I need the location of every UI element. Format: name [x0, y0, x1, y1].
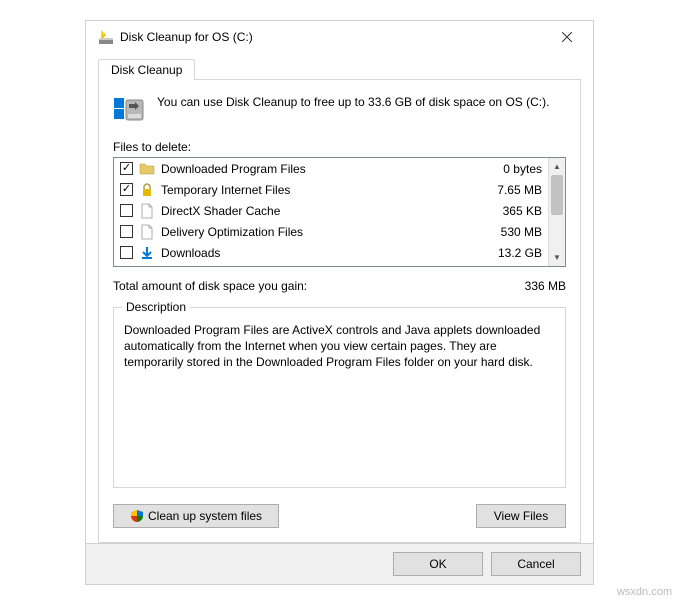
panel-buttons: Clean up system files View Files [113, 504, 566, 528]
cleanup-icon [113, 94, 145, 126]
window-title: Disk Cleanup for OS (C:) [120, 30, 544, 44]
view-files-label: View Files [494, 509, 548, 523]
list-item-size: 0 bytes [503, 162, 542, 176]
list-item[interactable]: Temporary Internet Files 7.65 MB [114, 179, 548, 200]
file-icon [139, 203, 155, 219]
files-listbox[interactable]: Downloaded Program Files 0 bytes Temporary… [113, 157, 566, 267]
checkbox[interactable] [120, 204, 133, 217]
tab-strip: Disk Cleanup [98, 59, 581, 79]
content-area: Disk Cleanup You can use Disk Cleanup to… [86, 53, 593, 543]
list-item[interactable]: Delivery Optimization Files 530 MB [114, 221, 548, 242]
clean-system-files-button[interactable]: Clean up system files [113, 504, 279, 528]
description-groupbox: Description Downloaded Program Files are… [113, 307, 566, 488]
titlebar: Disk Cleanup for OS (C:) [86, 21, 593, 53]
files-to-delete-label: Files to delete: [113, 140, 566, 154]
cancel-label: Cancel [517, 557, 554, 571]
description-title: Description [122, 300, 190, 314]
list-item-label: DirectX Shader Cache [161, 204, 497, 218]
list-item-label: Downloaded Program Files [161, 162, 497, 176]
ok-button[interactable]: OK [393, 552, 483, 576]
total-value: 336 MB [525, 279, 566, 293]
list-item-size: 530 MB [501, 225, 542, 239]
scrollbar[interactable]: ▲ ▼ [548, 158, 565, 266]
view-files-button[interactable]: View Files [476, 504, 566, 528]
folder-icon [139, 161, 155, 177]
checkbox[interactable] [120, 225, 133, 238]
ok-label: OK [429, 557, 446, 571]
download-icon [139, 245, 155, 261]
checkbox[interactable] [120, 162, 133, 175]
scroll-thumb[interactable] [551, 175, 563, 215]
list-item[interactable]: Downloads 13.2 GB [114, 242, 548, 263]
disk-cleanup-dialog: Disk Cleanup for OS (C:) Disk Cleanup [85, 20, 594, 585]
dialog-footer: OK Cancel [86, 543, 593, 584]
close-button[interactable] [544, 23, 589, 51]
shield-icon [130, 509, 144, 523]
checkbox[interactable] [120, 183, 133, 196]
list-item[interactable]: DirectX Shader Cache 365 KB [114, 200, 548, 221]
list-item-label: Downloads [161, 246, 492, 260]
lock-icon [139, 182, 155, 198]
list-item-size: 7.65 MB [497, 183, 542, 197]
list-item-size: 13.2 GB [498, 246, 542, 260]
cancel-button[interactable]: Cancel [491, 552, 581, 576]
list-item-label: Temporary Internet Files [161, 183, 491, 197]
scroll-track[interactable] [549, 175, 565, 249]
info-text: You can use Disk Cleanup to free up to 3… [157, 94, 549, 126]
checkbox[interactable] [120, 246, 133, 259]
total-label: Total amount of disk space you gain: [113, 279, 307, 293]
scroll-up-button[interactable]: ▲ [549, 158, 565, 175]
tab-disk-cleanup[interactable]: Disk Cleanup [98, 59, 195, 80]
file-icon [139, 224, 155, 240]
info-row: You can use Disk Cleanup to free up to 3… [113, 94, 566, 126]
list-item[interactable]: Downloaded Program Files 0 bytes [114, 158, 548, 179]
watermark: wsxdn.com [617, 586, 672, 598]
clean-system-files-label: Clean up system files [148, 509, 262, 523]
scroll-down-button[interactable]: ▼ [549, 249, 565, 266]
list-item-size: 365 KB [503, 204, 542, 218]
tab-panel: You can use Disk Cleanup to free up to 3… [98, 79, 581, 543]
description-text: Downloaded Program Files are ActiveX con… [124, 322, 555, 371]
app-icon [98, 29, 114, 45]
list-item-label: Delivery Optimization Files [161, 225, 495, 239]
total-row: Total amount of disk space you gain: 336… [113, 279, 566, 293]
